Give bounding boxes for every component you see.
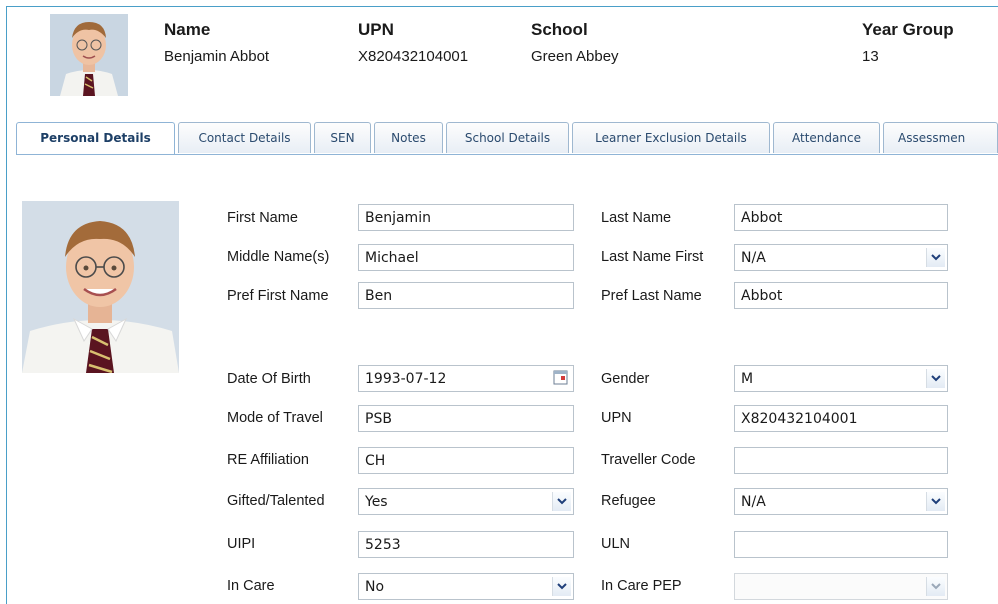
pref-first-name-label: Pref First Name — [227, 288, 329, 304]
gender-value: M — [741, 371, 754, 387]
header-upn-value: X820432104001 — [358, 48, 469, 65]
first-name-field[interactable]: Benjamin — [358, 204, 574, 231]
chevron-down-icon[interactable] — [926, 492, 945, 511]
chevron-down-icon[interactable] — [552, 577, 571, 596]
header-year-label: Year Group — [862, 20, 954, 39]
chevron-down-icon[interactable] — [926, 577, 945, 596]
chevron-down-icon[interactable] — [552, 492, 571, 511]
tab-attendance[interactable]: Attendance — [773, 122, 880, 153]
gender-select[interactable]: M — [734, 365, 948, 392]
re-affiliation-field[interactable]: CH — [358, 447, 574, 474]
refugee-select[interactable]: N/A — [734, 488, 948, 515]
mode-of-travel-label: Mode of Travel — [227, 410, 323, 426]
header-name-value: Benjamin Abbot — [164, 48, 270, 65]
refugee-label: Refugee — [601, 493, 656, 509]
tab-sen[interactable]: SEN — [314, 122, 371, 153]
header-year-group: Year Group 13 — [862, 20, 954, 66]
in-care-value: No — [365, 579, 385, 595]
in-care-label: In Care — [227, 578, 275, 594]
uipi-label: UIPI — [227, 536, 256, 552]
in-care-pep-select[interactable] — [734, 573, 948, 600]
uln-label: ULN — [601, 536, 631, 552]
header-name-label: Name — [164, 20, 211, 39]
pref-last-name-field[interactable]: Abbot — [734, 282, 948, 309]
date-of-birth-field[interactable]: 1993-07-12 — [358, 365, 574, 392]
gifted-talented-label: Gifted/Talented — [227, 493, 325, 509]
uipi-field[interactable]: 5253 — [358, 531, 574, 558]
re-affiliation-label: RE Affiliation — [227, 452, 309, 468]
student-photo — [22, 201, 179, 373]
traveller-code-field[interactable] — [734, 447, 948, 474]
header-school-value: Green Abbey — [531, 48, 619, 65]
date-of-birth-label: Date Of Birth — [227, 371, 311, 387]
student-photo-thumbnail — [50, 14, 128, 96]
tab-school-details[interactable]: School Details — [446, 122, 569, 153]
middle-names-label: Middle Name(s) — [227, 249, 330, 265]
upn-label: UPN — [601, 410, 632, 426]
middle-names-field[interactable]: Michael — [358, 244, 574, 271]
gifted-talented-select[interactable]: Yes — [358, 488, 574, 515]
mode-of-travel-field[interactable]: PSB — [358, 405, 574, 432]
date-of-birth-value: 1993-07-12 — [365, 371, 447, 387]
chevron-down-icon[interactable] — [926, 369, 945, 388]
header-name: Name Benjamin Abbot — [164, 20, 269, 66]
tab-contact-details[interactable]: Contact Details — [178, 122, 311, 153]
gender-label: Gender — [601, 371, 650, 387]
last-name-field[interactable]: Abbot — [734, 204, 948, 231]
chevron-down-icon[interactable] — [926, 248, 945, 267]
tab-assessment[interactable]: Assessmen — [883, 122, 998, 153]
traveller-code-label: Traveller Code — [601, 452, 696, 468]
header-upn-label: UPN — [358, 20, 394, 39]
pref-first-name-field[interactable]: Ben — [358, 282, 574, 309]
header-school: School Green Abbey — [531, 20, 619, 66]
first-name-label: First Name — [227, 210, 298, 226]
in-care-select[interactable]: No — [358, 573, 574, 600]
last-name-label: Last Name — [601, 210, 672, 226]
in-care-pep-label: In Care PEP — [601, 578, 682, 594]
tab-notes[interactable]: Notes — [374, 122, 443, 153]
pref-last-name-label: Pref Last Name — [601, 288, 702, 304]
last-name-first-label: Last Name First — [601, 249, 704, 265]
last-name-first-value: N/A — [741, 250, 766, 266]
tab-personal-details[interactable]: Personal Details — [16, 122, 175, 154]
header-year-value: 13 — [862, 48, 879, 65]
last-name-first-select[interactable]: N/A — [734, 244, 948, 271]
refugee-value: N/A — [741, 494, 766, 510]
uln-field[interactable] — [734, 531, 948, 558]
header-upn: UPN X820432104001 — [358, 20, 468, 66]
gifted-talented-value: Yes — [365, 494, 388, 510]
tab-learner-exclusion-details[interactable]: Learner Exclusion Details — [572, 122, 770, 153]
tab-bar: Personal Details Contact Details SEN Not… — [16, 122, 998, 155]
calendar-icon[interactable] — [552, 369, 570, 387]
upn-field[interactable]: X820432104001 — [734, 405, 948, 432]
header-school-label: School — [531, 20, 588, 39]
